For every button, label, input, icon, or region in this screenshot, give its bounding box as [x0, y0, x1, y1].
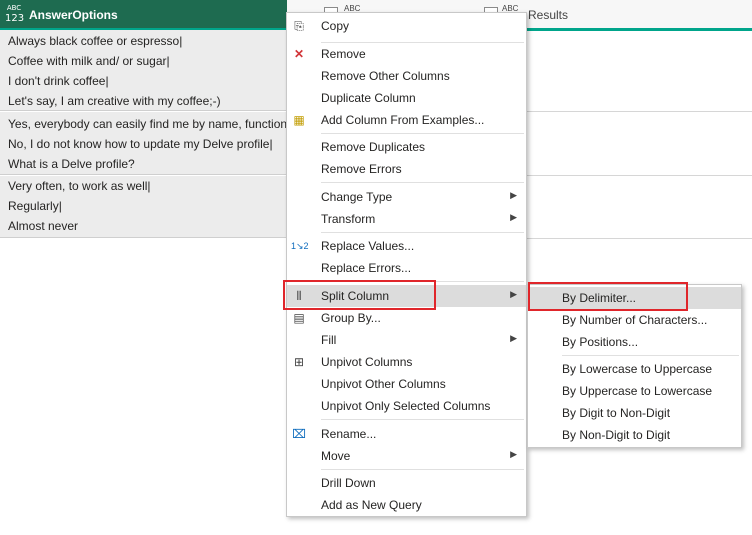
submenu-item-by-positions[interactable]: By Positions...	[528, 331, 741, 353]
menu-separator	[321, 182, 524, 183]
chevron-right-icon: ▶	[510, 212, 517, 222]
table-cell[interactable]: Coffee with milk and/ or sugar|	[8, 54, 170, 68]
menu-item-replace-errors[interactable]: Replace Errors...	[287, 257, 526, 279]
replace-values-icon: 1↘2	[291, 241, 309, 251]
copy-icon: ⎘	[294, 19, 304, 33]
menu-item-copy[interactable]: ⎘ Copy	[287, 15, 526, 37]
table-cell[interactable]: Let's say, I am creative with my coffee;…	[8, 94, 221, 108]
table-cell[interactable]: What is a Delve profile?	[8, 157, 135, 171]
table-cell[interactable]: Yes, everybody can easily find me by nam…	[8, 117, 330, 131]
menu-separator	[562, 355, 739, 356]
table-cell[interactable]: Always black coffee or espresso|	[8, 34, 182, 48]
cell-group-1[interactable]: Always black coffee or espresso| Coffee …	[0, 30, 287, 111]
remove-icon: ✕	[293, 47, 305, 61]
menu-item-remove-errors[interactable]: Remove Errors	[287, 158, 526, 180]
table-cell[interactable]: Almost never	[8, 219, 78, 233]
menu-item-change-type[interactable]: Change Type ▶	[287, 186, 526, 208]
unpivot-icon: ⊞	[293, 355, 305, 369]
column-context-menu: ⎘ Copy ✕ Remove Remove Other Columns Dup…	[286, 12, 527, 517]
column-header-answeroptions[interactable]: ABC 123 AnswerOptions	[0, 0, 287, 31]
chevron-right-icon: ▶	[510, 333, 517, 343]
column-header-label: AnswerOptions	[29, 8, 118, 22]
submenu-item-uppercase-to-lowercase[interactable]: By Uppercase to Lowercase	[528, 380, 741, 402]
menu-item-unpivot-other-columns[interactable]: Unpivot Other Columns	[287, 373, 526, 395]
cell-group-3[interactable]: Very often, to work as well| Regularly| …	[0, 176, 287, 238]
split-column-highlight	[283, 280, 436, 310]
table-cell[interactable]: Regularly|	[8, 199, 62, 213]
submenu-item-by-number-of-characters[interactable]: By Number of Characters...	[528, 309, 741, 331]
menu-item-unpivot-only-selected[interactable]: Unpivot Only Selected Columns	[287, 395, 526, 417]
menu-item-transform[interactable]: Transform ▶	[287, 208, 526, 230]
menu-separator	[321, 232, 524, 233]
menu-item-fill[interactable]: Fill ▶	[287, 329, 526, 351]
table-cell[interactable]: Very often, to work as well|	[8, 179, 151, 193]
submenu-item-digit-to-non-digit[interactable]: By Digit to Non-Digit	[528, 402, 741, 424]
menu-separator	[321, 419, 524, 420]
by-delimiter-highlight	[528, 282, 688, 311]
menu-separator	[321, 469, 524, 470]
menu-item-unpivot-columns[interactable]: ⊞ Unpivot Columns	[287, 351, 526, 373]
submenu-item-lowercase-to-uppercase[interactable]: By Lowercase to Uppercase	[528, 358, 741, 380]
chevron-right-icon: ▶	[510, 190, 517, 200]
menu-item-remove-other-columns[interactable]: Remove Other Columns	[287, 65, 526, 87]
menu-item-drill-down[interactable]: Drill Down	[287, 472, 526, 494]
group-by-icon: ▤	[293, 311, 305, 325]
menu-item-add-column-from-examples[interactable]: ▦ Add Column From Examples...	[287, 109, 526, 131]
cell-group-2[interactable]: Yes, everybody can easily find me by nam…	[0, 112, 330, 175]
menu-item-add-as-new-query[interactable]: Add as New Query	[287, 494, 526, 516]
menu-item-group-by[interactable]: ▤ Group By...	[287, 307, 526, 329]
menu-separator	[321, 133, 524, 134]
table-cell[interactable]: I don't drink coffee|	[8, 74, 109, 88]
rename-icon: ⌧	[292, 427, 306, 441]
menu-item-move[interactable]: Move ▶	[287, 445, 526, 467]
menu-item-remove-duplicates[interactable]: Remove Duplicates	[287, 136, 526, 158]
menu-item-duplicate-column[interactable]: Duplicate Column	[287, 87, 526, 109]
menu-item-rename[interactable]: ⌧ Rename...	[287, 423, 526, 445]
chevron-right-icon: ▶	[510, 289, 517, 299]
submenu-item-non-digit-to-digit[interactable]: By Non-Digit to Digit	[528, 424, 741, 446]
menu-item-remove[interactable]: ✕ Remove	[287, 43, 526, 65]
table-cell[interactable]: No, I do not know how to update my Delve…	[8, 137, 273, 151]
add-column-examples-icon: ▦	[293, 113, 305, 127]
chevron-right-icon: ▶	[510, 449, 517, 459]
column-type-icon[interactable]: ABC 123	[5, 3, 24, 25]
menu-item-replace-values[interactable]: 1↘2 Replace Values...	[287, 235, 526, 257]
column-header-label: Results	[528, 8, 569, 22]
